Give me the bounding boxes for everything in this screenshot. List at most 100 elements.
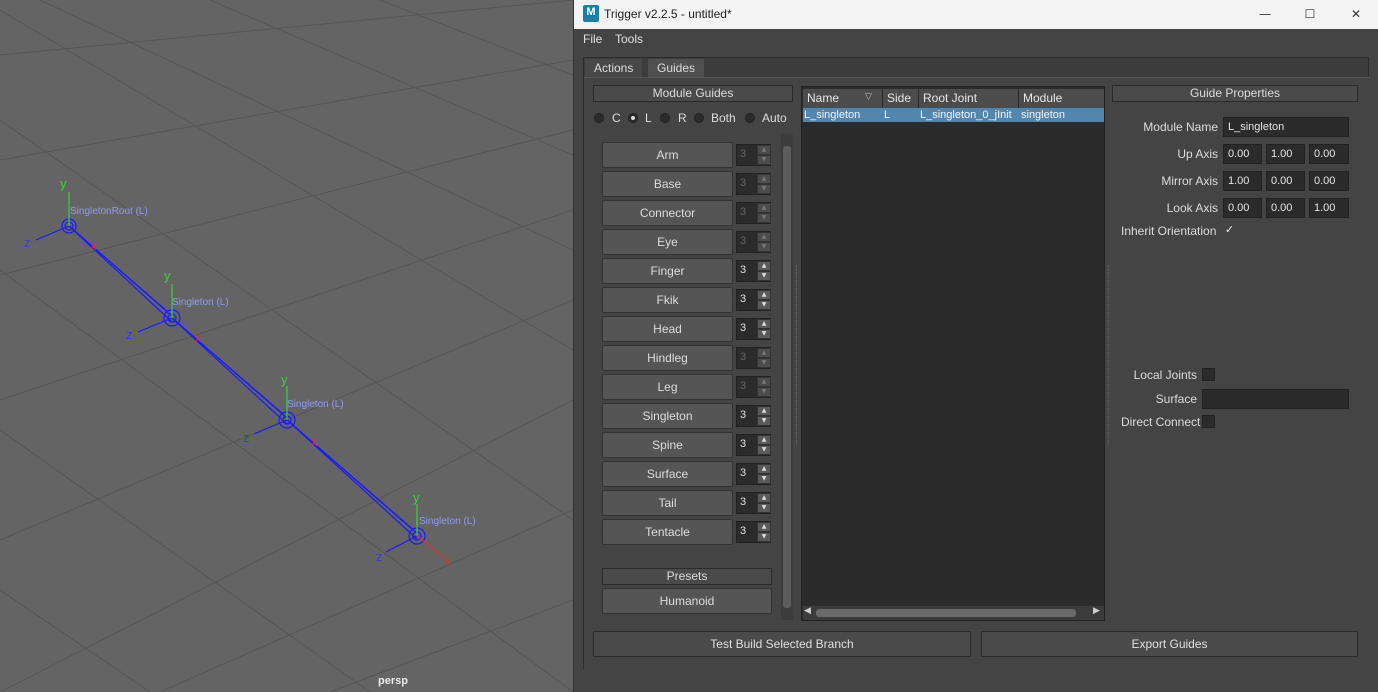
- chevron-up-icon[interactable]: ▲: [757, 290, 771, 300]
- module-button-hindleg[interactable]: Hindleg: [602, 345, 733, 371]
- chevron-down-icon[interactable]: ▼: [757, 358, 771, 368]
- surface-field[interactable]: [1202, 389, 1349, 409]
- module-list-scrollbar[interactable]: [781, 134, 793, 620]
- module-count-stepper[interactable]: 3 ▲ ▼: [736, 521, 771, 543]
- splitter-handle[interactable]: [1108, 265, 1109, 445]
- chevron-down-icon[interactable]: ▼: [757, 271, 771, 281]
- scrollbar-thumb[interactable]: [816, 609, 1076, 617]
- chevron-up-icon[interactable]: ▲: [757, 493, 771, 503]
- module-count-stepper[interactable]: 3 ▲ ▼: [736, 376, 771, 398]
- chevron-down-icon[interactable]: ▼: [757, 213, 771, 223]
- chevron-down-icon[interactable]: ▼: [757, 532, 771, 542]
- chevron-down-icon[interactable]: ▼: [757, 242, 771, 252]
- chevron-up-icon[interactable]: ▲: [757, 435, 771, 445]
- menu-file[interactable]: File: [583, 32, 602, 46]
- chevron-up-icon[interactable]: ▲: [757, 145, 771, 155]
- module-button-head[interactable]: Head: [602, 316, 733, 342]
- close-button[interactable]: ✕: [1341, 3, 1371, 25]
- chevron-up-icon[interactable]: ▲: [757, 232, 771, 242]
- module-count-stepper[interactable]: 3 ▲ ▼: [736, 260, 771, 282]
- table-row[interactable]: L_singleton L L_singleton_0_jInit single…: [803, 108, 1104, 122]
- maximize-button[interactable]: ☐: [1295, 3, 1325, 25]
- module-count-stepper[interactable]: 3 ▲ ▼: [736, 231, 771, 253]
- chevron-up-icon[interactable]: ▲: [757, 406, 771, 416]
- module-count-stepper[interactable]: 3 ▲ ▼: [736, 492, 771, 514]
- module-count-stepper[interactable]: 3 ▲ ▼: [736, 463, 771, 485]
- chevron-down-icon[interactable]: ▼: [757, 155, 771, 165]
- inherit-orientation-checkbox[interactable]: ✓: [1223, 224, 1236, 237]
- module-count-stepper[interactable]: 3 ▲ ▼: [736, 405, 771, 427]
- chevron-down-icon[interactable]: ▼: [757, 329, 771, 339]
- title-bar[interactable]: M Trigger v2.2.5 - untitled* — ☐ ✕: [574, 0, 1378, 29]
- module-button-singleton[interactable]: Singleton: [602, 403, 733, 429]
- chevron-down-icon[interactable]: ▼: [757, 445, 771, 455]
- module-name-field[interactable]: L_singleton: [1223, 117, 1349, 137]
- chevron-down-icon[interactable]: ▼: [757, 503, 771, 513]
- look-axis-x-field[interactable]: 0.00: [1223, 198, 1262, 218]
- chevron-down-icon[interactable]: ▼: [757, 387, 771, 397]
- scroll-left-icon[interactable]: ◀: [804, 606, 811, 616]
- scrollbar-thumb[interactable]: [783, 146, 791, 608]
- module-count-stepper[interactable]: 3 ▲ ▼: [736, 289, 771, 311]
- module-button-surface[interactable]: Surface: [602, 461, 733, 487]
- menu-tools[interactable]: Tools: [615, 32, 643, 46]
- look-axis-z-field[interactable]: 1.00: [1309, 198, 1349, 218]
- up-axis-z-field[interactable]: 0.00: [1309, 144, 1349, 164]
- guide-joint-chain[interactable]: [35, 192, 445, 559]
- mirror-axis-z-field[interactable]: 0.00: [1309, 171, 1349, 191]
- module-count-stepper[interactable]: 3 ▲ ▼: [736, 318, 771, 340]
- module-button-fkik[interactable]: Fkik: [602, 287, 733, 313]
- chevron-up-icon[interactable]: ▲: [757, 348, 771, 358]
- preset-humanoid-button[interactable]: Humanoid: [602, 588, 772, 614]
- column-header-root-joint[interactable]: Root Joint: [919, 89, 1019, 108]
- side-radio-both[interactable]: [694, 113, 704, 123]
- side-radio-r[interactable]: [660, 113, 670, 123]
- side-radio-c[interactable]: [594, 113, 604, 123]
- chevron-up-icon[interactable]: ▲: [757, 319, 771, 329]
- chevron-up-icon[interactable]: ▲: [757, 377, 771, 387]
- splitter-handle[interactable]: [796, 265, 797, 445]
- module-button-tentacle[interactable]: Tentacle: [602, 519, 733, 545]
- module-count-stepper[interactable]: 3 ▲ ▼: [736, 347, 771, 369]
- maya-viewport[interactable]: SingletonRoot (L) Singleton (L) Singleto…: [0, 0, 573, 692]
- column-header-side[interactable]: Side: [883, 89, 919, 108]
- module-button-tail[interactable]: Tail: [602, 490, 733, 516]
- mirror-axis-y-field[interactable]: 0.00: [1266, 171, 1305, 191]
- module-count-stepper[interactable]: 3 ▲ ▼: [736, 202, 771, 224]
- up-axis-y-field[interactable]: 1.00: [1266, 144, 1305, 164]
- module-count-stepper[interactable]: 3 ▲ ▼: [736, 144, 771, 166]
- column-header-module[interactable]: Module: [1019, 89, 1104, 108]
- up-axis-x-field[interactable]: 0.00: [1223, 144, 1262, 164]
- mirror-axis-x-field[interactable]: 1.00: [1223, 171, 1262, 191]
- chevron-up-icon[interactable]: ▲: [757, 203, 771, 213]
- module-button-connector[interactable]: Connector: [602, 200, 733, 226]
- chevron-up-icon[interactable]: ▲: [757, 261, 771, 271]
- side-radio-l[interactable]: [628, 113, 638, 123]
- guides-table[interactable]: Name ▽ Side Root Joint Module L_singleto…: [801, 86, 1105, 621]
- chevron-down-icon[interactable]: ▼: [757, 416, 771, 426]
- module-button-leg[interactable]: Leg: [602, 374, 733, 400]
- tab-actions[interactable]: Actions: [585, 59, 643, 77]
- side-radio-auto[interactable]: [745, 113, 755, 123]
- module-count-stepper[interactable]: 3 ▲ ▼: [736, 173, 771, 195]
- module-button-spine[interactable]: Spine: [602, 432, 733, 458]
- chevron-down-icon[interactable]: ▼: [757, 474, 771, 484]
- module-button-finger[interactable]: Finger: [602, 258, 733, 284]
- module-button-eye[interactable]: Eye: [602, 229, 733, 255]
- chevron-up-icon[interactable]: ▲: [757, 174, 771, 184]
- module-button-arm[interactable]: Arm: [602, 142, 733, 168]
- chevron-up-icon[interactable]: ▲: [757, 464, 771, 474]
- tab-guides[interactable]: Guides: [648, 59, 705, 77]
- module-button-base[interactable]: Base: [602, 171, 733, 197]
- minimize-button[interactable]: —: [1250, 3, 1280, 25]
- column-header-name[interactable]: Name ▽: [803, 89, 883, 108]
- module-count-stepper[interactable]: 3 ▲ ▼: [736, 434, 771, 456]
- table-horizontal-scrollbar[interactable]: ◀ ▶: [803, 606, 1104, 620]
- scroll-right-icon[interactable]: ▶: [1093, 606, 1100, 616]
- direct-connect-checkbox[interactable]: [1202, 415, 1215, 428]
- chevron-down-icon[interactable]: ▼: [757, 300, 771, 310]
- local-joints-checkbox[interactable]: [1202, 368, 1215, 381]
- look-axis-y-field[interactable]: 0.00: [1266, 198, 1305, 218]
- chevron-down-icon[interactable]: ▼: [757, 184, 771, 194]
- export-guides-button[interactable]: Export Guides: [981, 631, 1358, 657]
